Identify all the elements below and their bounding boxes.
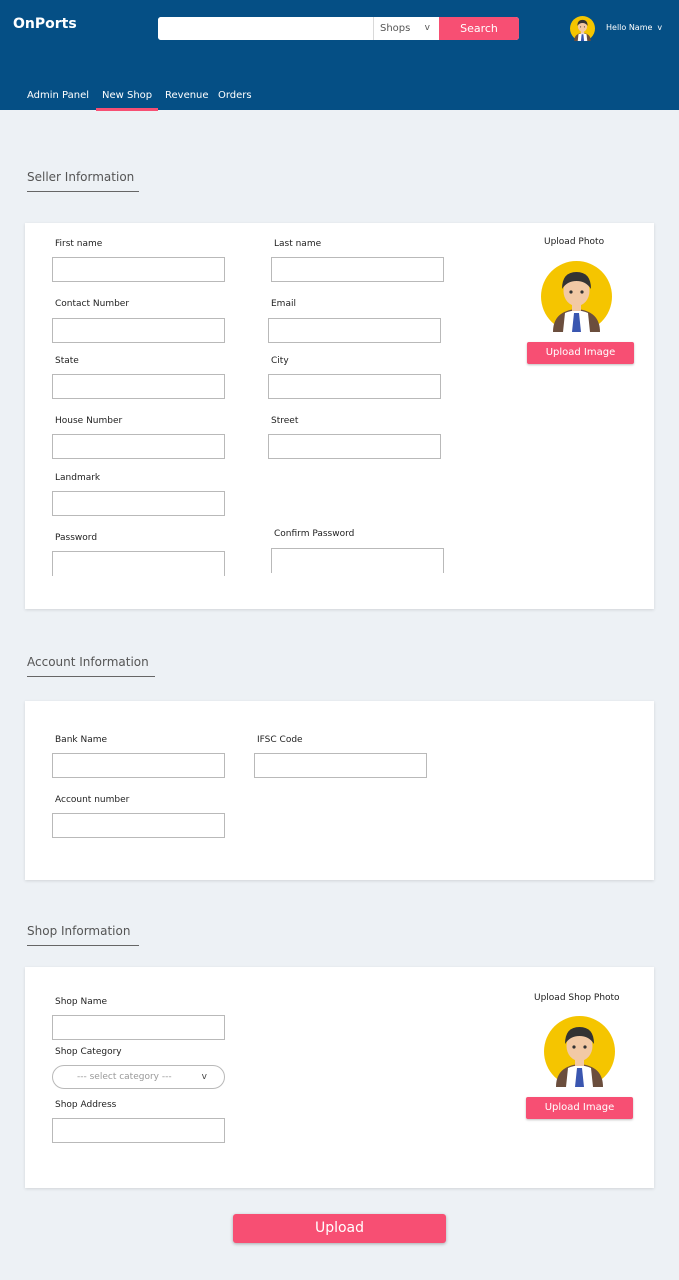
street-field[interactable] — [268, 434, 441, 459]
contact-number-label: Contact Number — [55, 299, 130, 309]
house-number-field[interactable] — [52, 434, 225, 459]
email-field[interactable] — [268, 318, 441, 343]
last-name-label: Last name — [274, 239, 322, 249]
shop-category-select[interactable]: --- select category --- v — [52, 1065, 225, 1089]
seller-info-card: First name Last name Contact Number Emai… — [25, 223, 654, 609]
chevron-down-icon: v — [657, 23, 663, 32]
nav-new-shop[interactable]: New Shop — [102, 90, 152, 101]
upload-button[interactable]: Upload — [233, 1214, 446, 1243]
ifsc-code-label: IFSC Code — [257, 735, 303, 745]
shop-avatar-icon — [544, 1016, 615, 1087]
city-label: City — [271, 356, 289, 366]
shop-section-rule — [27, 945, 139, 946]
house-number-label: House Number — [55, 416, 123, 426]
confirm-password-label: Confirm Password — [274, 529, 355, 539]
landmark-field[interactable] — [52, 491, 225, 516]
state-label: State — [55, 356, 79, 366]
street-label: Street — [271, 416, 299, 426]
nav-revenue[interactable]: Revenue — [165, 90, 209, 101]
shop-category-placeholder: --- select category --- — [77, 1072, 172, 1082]
contact-number-field[interactable] — [52, 318, 225, 343]
nav-orders[interactable]: Orders — [218, 90, 252, 101]
account-number-label: Account number — [55, 795, 130, 805]
search-button[interactable]: Search — [439, 17, 519, 40]
nav-admin-panel[interactable]: Admin Panel — [27, 90, 89, 101]
upload-photo-label: Upload Photo — [544, 237, 605, 247]
shop-name-field[interactable] — [52, 1015, 225, 1040]
account-section-rule — [27, 676, 155, 677]
password-label: Password — [55, 533, 98, 543]
first-name-label: First name — [55, 239, 103, 249]
chevron-down-icon: v — [201, 1072, 207, 1082]
top-header: OnPorts Shops v Search Hello Name v Admin… — [0, 0, 679, 111]
upload-shop-photo-label: Upload Shop Photo — [534, 993, 620, 1003]
brand-logo[interactable]: OnPorts — [13, 16, 77, 32]
confirm-password-field[interactable] — [271, 548, 444, 573]
shop-section-title: Shop Information — [27, 924, 131, 938]
city-field[interactable] — [268, 374, 441, 399]
bank-name-field[interactable] — [52, 753, 225, 778]
user-menu[interactable]: Hello Name v — [606, 23, 662, 32]
search-category-select[interactable]: Shops v — [373, 17, 439, 40]
search-bar: Shops v Search — [158, 17, 519, 40]
chevron-down-icon: v — [424, 23, 430, 33]
first-name-field[interactable] — [52, 257, 225, 282]
search-category-value: Shops — [380, 23, 411, 34]
shop-address-field[interactable] — [52, 1118, 225, 1143]
landmark-label: Landmark — [55, 473, 101, 483]
password-field[interactable] — [52, 551, 225, 576]
shop-upload-image-button[interactable]: Upload Image — [526, 1097, 633, 1119]
nav-active-indicator — [96, 108, 158, 111]
user-greeting: Hello Name — [606, 23, 653, 32]
seller-upload-image-button[interactable]: Upload Image — [527, 342, 634, 364]
shop-info-card: Shop Name Shop Category --- select categ… — [25, 967, 654, 1188]
user-avatar-icon[interactable] — [570, 16, 595, 41]
shop-name-label: Shop Name — [55, 997, 108, 1007]
ifsc-code-field[interactable] — [254, 753, 427, 778]
last-name-field[interactable] — [271, 257, 444, 282]
shop-category-label: Shop Category — [55, 1047, 122, 1057]
seller-avatar-icon — [541, 261, 612, 332]
search-input[interactable] — [158, 17, 373, 40]
account-number-field[interactable] — [52, 813, 225, 838]
bank-name-label: Bank Name — [55, 735, 108, 745]
shop-address-label: Shop Address — [55, 1100, 117, 1110]
state-field[interactable] — [52, 374, 225, 399]
seller-section-rule — [27, 191, 139, 192]
email-label: Email — [271, 299, 296, 309]
account-info-card: Bank Name IFSC Code Account number — [25, 701, 654, 880]
account-section-title: Account Information — [27, 655, 149, 669]
seller-section-title: Seller Information — [27, 170, 135, 184]
